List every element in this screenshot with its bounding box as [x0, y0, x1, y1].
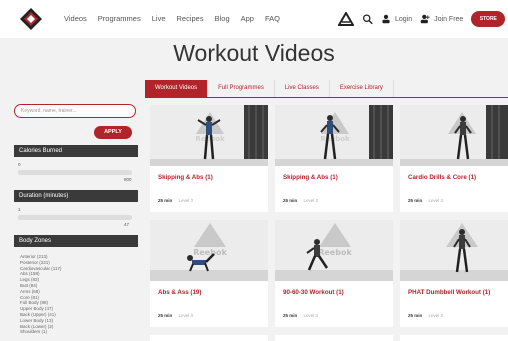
video-meta: 25 min Level 3	[408, 313, 443, 318]
video-duration: 25 min	[158, 198, 173, 203]
calories-min-label: 0	[18, 162, 21, 167]
video-level: Level 3	[428, 313, 444, 318]
filter-sidebar: Keyword, name, trainer... APPLY Calories…	[14, 104, 138, 334]
video-meta: 25 min Level 3	[408, 198, 443, 203]
store-button[interactable]: STORE	[471, 11, 506, 27]
video-level: Level 3	[428, 198, 444, 203]
tab-workout-videos[interactable]: Workout Videos	[145, 80, 209, 97]
video-title[interactable]: Skipping & Abs (1)	[283, 174, 338, 181]
video-card[interactable]	[275, 335, 393, 341]
video-level: Level 3	[178, 198, 194, 203]
video-card[interactable]: Reebok 90-60-30 Workout (1) 25 min Level…	[275, 220, 393, 327]
video-title[interactable]: PHAT Dumbbell Workout (1)	[408, 289, 490, 296]
duration-range-slider[interactable]	[18, 215, 132, 220]
video-duration: 25 min	[283, 313, 298, 318]
search-icon[interactable]	[362, 12, 373, 26]
video-card[interactable]: Reebok Abs & Ass (19) 25 min Level 3	[150, 220, 268, 327]
video-thumbnail[interactable]	[400, 220, 508, 281]
nav-links: Videos Programmes Live Recipes Blog App …	[64, 14, 291, 23]
body-zones-list: Anterior (213) Posterior (221) Cardiovas…	[20, 254, 61, 335]
video-duration: 25 min	[408, 313, 423, 318]
brand-logo-icon[interactable]	[20, 8, 42, 30]
video-level: Level 3	[178, 313, 194, 318]
nav-link-videos[interactable]: Videos	[64, 14, 87, 23]
video-card[interactable]: Cardio Drills & Core (1) 25 min Level 3	[400, 105, 508, 212]
video-meta: 25 min Level 3	[283, 198, 318, 203]
video-duration: 25 min	[283, 198, 298, 203]
video-card[interactable]: Reebok Skipping & Abs (1) 25 min Level 3	[275, 105, 393, 212]
reebok-icon[interactable]	[338, 12, 354, 26]
tab-underline	[145, 97, 508, 98]
video-meta: 25 min Level 3	[158, 313, 193, 318]
join-user-icon[interactable]	[420, 12, 430, 26]
join-free-link[interactable]: Join Free	[434, 16, 463, 23]
video-level: Level 3	[303, 198, 319, 203]
calories-max-label: 800	[124, 177, 132, 182]
nav-link-app[interactable]: App	[241, 14, 254, 23]
video-title[interactable]: Abs & Ass (19)	[158, 289, 201, 296]
calories-range-slider[interactable]	[18, 170, 132, 175]
nav-link-blog[interactable]: Blog	[215, 14, 230, 23]
tab-live-classes[interactable]: Live Classes	[274, 80, 330, 97]
duration-max-label: 47	[124, 222, 130, 227]
duration-filter-header[interactable]: Duration (minutes)	[14, 190, 138, 202]
video-meta: 25 min Level 3	[158, 198, 193, 203]
nav-link-programmes[interactable]: Programmes	[98, 14, 141, 23]
login-user-icon[interactable]	[381, 12, 391, 26]
video-thumbnail[interactable]: Reebok	[275, 220, 393, 281]
nav-link-live[interactable]: Live	[152, 14, 166, 23]
page-title: Workout Videos	[173, 40, 335, 66]
video-duration: 25 min	[158, 313, 173, 318]
video-meta: 25 min Level 3	[283, 313, 318, 318]
video-thumbnail[interactable]: Reebok	[150, 105, 268, 166]
video-thumbnail[interactable]: Reebok	[150, 220, 268, 281]
thumb-brand-text: Reebok	[320, 135, 350, 143]
body-zone-item[interactable]: Back (Upper) (41)	[20, 312, 61, 318]
tab-exercise-library[interactable]: Exercise Library	[329, 80, 394, 97]
login-link[interactable]: Login	[395, 16, 412, 23]
top-navbar: Videos Programmes Live Recipes Blog App …	[0, 0, 508, 38]
video-title[interactable]: Cardio Drills & Core (1)	[408, 174, 476, 181]
keyword-search-input[interactable]: Keyword, name, trainer...	[14, 104, 136, 118]
video-thumbnail[interactable]	[400, 105, 508, 166]
nav-link-faq[interactable]: FAQ	[265, 14, 280, 23]
video-duration: 25 min	[408, 198, 423, 203]
nav-link-recipes[interactable]: Recipes	[177, 14, 204, 23]
video-title[interactable]: 90-60-30 Workout (1)	[283, 289, 344, 296]
video-title[interactable]: Skipping & Abs (1)	[158, 174, 213, 181]
duration-min-label: 1	[18, 207, 21, 212]
apply-button[interactable]: APPLY	[94, 126, 132, 139]
tab-full-programmes[interactable]: Full Programmes	[208, 80, 275, 97]
video-level: Level 3	[303, 313, 319, 318]
video-card[interactable]	[150, 335, 268, 341]
body-zone-item[interactable]: Shoulders (1)	[20, 329, 61, 335]
video-card[interactable]	[400, 335, 508, 341]
video-card[interactable]: Reebok Skipping & Abs (1) 25 min Level 3	[150, 105, 268, 212]
video-card[interactable]: PHAT Dumbbell Workout (1) 25 min Level 3	[400, 220, 508, 327]
video-thumbnail[interactable]: Reebok	[275, 105, 393, 166]
content-tabs: Workout Videos Full Programmes Live Clas…	[145, 80, 394, 97]
body-zones-filter-header[interactable]: Body Zones	[14, 235, 138, 247]
thumb-brand-text: Reebok	[318, 248, 352, 257]
calories-filter-header[interactable]: Calories Burned	[14, 145, 138, 157]
nav-actions: Login Join Free STORE	[338, 9, 506, 29]
thumb-brand-text: Reebok	[193, 248, 227, 257]
